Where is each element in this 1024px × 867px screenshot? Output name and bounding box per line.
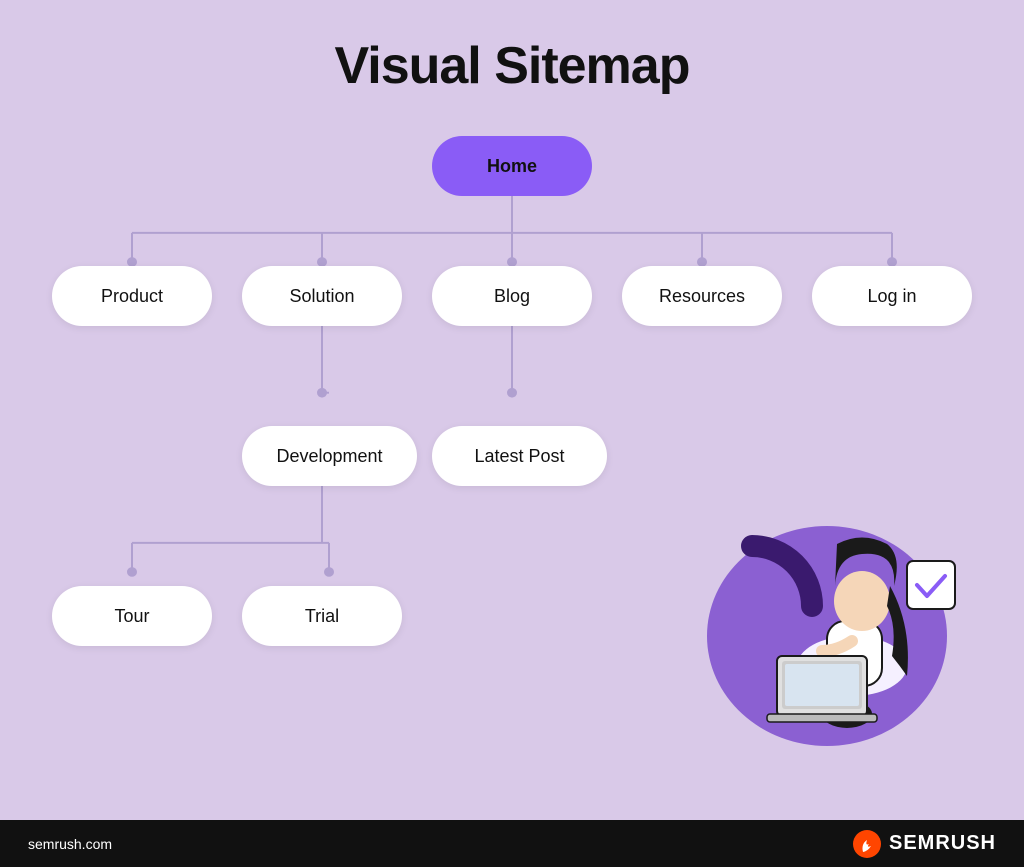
node-solution: Solution <box>242 266 402 326</box>
page-title: Visual Sitemap <box>335 36 690 96</box>
illustration <box>652 466 972 746</box>
node-login: Log in <box>812 266 972 326</box>
node-trial: Trial <box>242 586 402 646</box>
sitemap-diagram: Home Product Solution Blog Resources Log… <box>32 136 992 756</box>
node-development: Development <box>242 426 417 486</box>
node-product: Product <box>52 266 212 326</box>
node-blog: Blog <box>432 266 592 326</box>
node-home: Home <box>432 136 592 196</box>
node-tour: Tour <box>52 586 212 646</box>
footer-brand-container: SEMRUSH <box>853 830 996 858</box>
node-resources: Resources <box>622 266 782 326</box>
footer: semrush.com SEMRUSH <box>0 820 1024 867</box>
footer-brand-name: SEMRUSH <box>889 832 996 855</box>
node-latestpost: Latest Post <box>432 426 607 486</box>
main-content: Visual Sitemap <box>0 0 1024 820</box>
semrush-icon <box>853 830 881 858</box>
footer-website: semrush.com <box>28 836 112 852</box>
